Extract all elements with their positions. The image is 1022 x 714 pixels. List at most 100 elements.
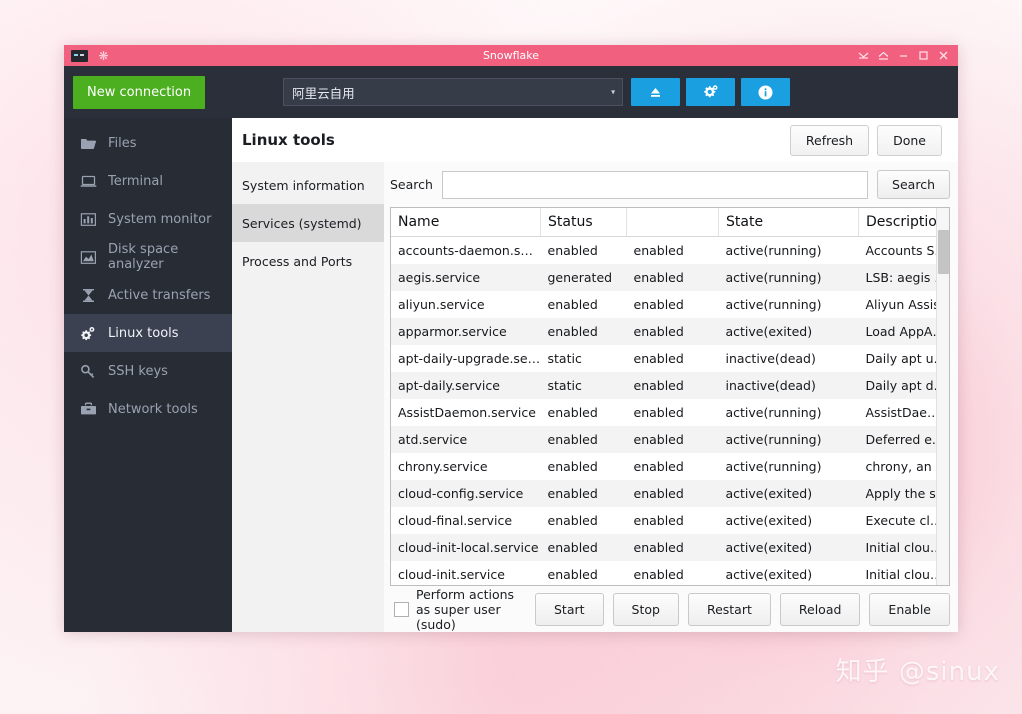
toolbar-actions	[631, 78, 791, 106]
tab-process-and-ports[interactable]: Process and Ports	[232, 242, 384, 280]
table-scrollbar[interactable]	[936, 208, 949, 585]
cell-status: static	[547, 351, 582, 366]
cell-status-sub: enabled	[633, 540, 684, 555]
table-scrollbar-thumb[interactable]	[938, 230, 949, 274]
cell-name: apt-daily.service	[398, 378, 500, 393]
connection-dropdown[interactable]: 阿里云自用 ▾	[283, 78, 624, 106]
sidebar-item-label: Disk space analyzer	[108, 242, 179, 272]
rollup-window-button[interactable]	[875, 47, 892, 64]
table-row[interactable]: cloud-config.service enabled enabled active…	[391, 480, 949, 507]
sudo-checkbox[interactable]	[394, 601, 409, 617]
restart-button[interactable]: Restart	[687, 592, 771, 626]
table-row[interactable]: aliyun.service enabled enabled active(runni…	[391, 291, 949, 318]
services-table: Name Status State Description accounts-d…	[391, 208, 949, 586]
cell-status-sub: enabled	[633, 378, 684, 393]
column-header-name[interactable]: Name	[391, 208, 541, 237]
table-row[interactable]: atd.service enabled enabled active(running)…	[391, 426, 949, 453]
cell-state: inactive(dead)	[725, 378, 816, 393]
table-row[interactable]: chrony.service enabled enabled active(runni…	[391, 453, 949, 480]
tab-system-information[interactable]: System information	[232, 166, 384, 204]
cell-status-sub: enabled	[633, 270, 684, 285]
tab-services-systemd[interactable]: Services (systemd)	[232, 204, 384, 242]
cell-status: generated	[547, 270, 613, 285]
cell-status: enabled	[547, 432, 598, 447]
column-header-status[interactable]: Status	[540, 208, 627, 237]
cell-status-sub: enabled	[633, 243, 684, 258]
search-button[interactable]: Search	[877, 170, 950, 199]
table-header-row: Name Status State Description	[391, 208, 949, 237]
sidebar-item-label: Terminal	[108, 173, 163, 189]
cell-state: inactive(dead)	[725, 351, 816, 366]
column-header-state[interactable]: State	[718, 208, 859, 237]
app-window: ❋ Snowflake New connection 阿里云自用 ▾ Files…	[64, 45, 958, 632]
cell-status-sub: enabled	[633, 324, 684, 339]
cell-name: cloud-init.service	[398, 567, 505, 582]
window-controls	[855, 47, 954, 64]
sidebar-item-system-monitor[interactable]: System monitor	[64, 200, 232, 238]
cell-state: active(running)	[725, 459, 822, 474]
toolbox-icon	[80, 401, 97, 418]
cell-status: enabled	[547, 459, 598, 474]
enable-button[interactable]: Enable	[869, 592, 950, 626]
table-row[interactable]: apparmor.service enabled enabled active(exi…	[391, 318, 949, 345]
sudo-checkbox-row[interactable]: Perform actions as super user (sudo)	[394, 587, 524, 632]
sidebar-item-network-tools[interactable]: Network tools	[64, 390, 232, 428]
gears-icon	[80, 325, 97, 342]
hourglass-icon	[80, 287, 97, 304]
app-toolbar: New connection 阿里云自用 ▾	[64, 66, 958, 118]
cell-status-sub: enabled	[633, 297, 684, 312]
sidebar-item-ssh-keys[interactable]: SSH keys	[64, 352, 232, 390]
cell-name: cloud-config.service	[398, 486, 524, 501]
cell-status-sub: enabled	[633, 432, 684, 447]
sidebar-item-linux-tools[interactable]: Linux tools	[64, 314, 232, 352]
watermark: 知乎 @sinux	[835, 657, 1000, 687]
maximize-button[interactable]	[915, 47, 932, 64]
table-row[interactable]: apt-daily-upgrade.se… static enabled inacti…	[391, 345, 949, 372]
settings-button[interactable]	[686, 78, 736, 106]
services-panel: Search Search Name Status State Descript…	[384, 162, 958, 632]
cell-name: cloud-final.service	[398, 513, 513, 528]
cell-status: enabled	[547, 324, 598, 339]
table-row[interactable]: cloud-init.service enabled enabled active(e…	[391, 561, 949, 585]
minimize-button[interactable]	[895, 47, 912, 64]
sidebar-item-files[interactable]: Files	[64, 124, 232, 162]
sidebar-item-label: Active transfers	[108, 287, 211, 303]
cell-status: static	[547, 378, 582, 393]
column-header-status-sub[interactable]	[626, 208, 719, 237]
close-button[interactable]	[935, 47, 952, 64]
sidebar-item-disk-space-analyzer[interactable]: Disk space analyzer	[64, 238, 232, 276]
table-row[interactable]: cloud-final.service enabled enabled active(…	[391, 507, 949, 534]
cell-name: apparmor.service	[398, 324, 507, 339]
cell-name: aegis.service	[398, 270, 481, 285]
cell-state: active(running)	[725, 243, 822, 258]
sidebar-item-label: Network tools	[108, 401, 198, 417]
table-row[interactable]: aegis.service generated enabled active(runn…	[391, 264, 949, 291]
upload-button[interactable]	[631, 78, 681, 106]
table-row[interactable]: apt-daily.service static enabled inactive(d…	[391, 372, 949, 399]
cell-state: active(exited)	[725, 486, 813, 501]
reload-button[interactable]: Reload	[779, 592, 861, 626]
shade-window-button[interactable]	[855, 47, 872, 64]
services-table-body: accounts-daemon.se… enabled enabled active(…	[391, 237, 949, 586]
sidebar-item-terminal[interactable]: Terminal	[64, 162, 232, 200]
sidebar-item-label: Linux tools	[108, 325, 179, 341]
new-connection-button[interactable]: New connection	[73, 75, 206, 109]
table-row[interactable]: accounts-daemon.se… enabled enabled active(…	[391, 237, 949, 265]
sidebar-item-label: System monitor	[108, 211, 212, 227]
cell-state: active(running)	[725, 432, 822, 447]
cell-status-sub: enabled	[633, 567, 684, 582]
refresh-button[interactable]: Refresh	[789, 124, 870, 156]
info-button[interactable]	[741, 78, 791, 106]
search-input[interactable]	[441, 170, 869, 199]
table-row[interactable]: AssistDaemon.service enabled enabled active…	[391, 399, 949, 426]
table-row[interactable]: cloud-init-local.service enabled enabled ac…	[391, 534, 949, 561]
area-chart-icon	[80, 249, 97, 266]
stop-button[interactable]: Stop	[612, 592, 679, 626]
sidebar-item-active-transfers[interactable]: Active transfers	[64, 276, 232, 314]
start-button[interactable]: Start	[534, 592, 604, 626]
screen-root: ❋ Snowflake New connection 阿里云自用 ▾ Files…	[0, 0, 1022, 714]
window-body: Files Terminal System monitor Disk space…	[64, 118, 958, 632]
done-button[interactable]: Done	[877, 124, 942, 156]
cell-status: enabled	[547, 540, 598, 555]
cell-name: atd.service	[398, 432, 468, 447]
